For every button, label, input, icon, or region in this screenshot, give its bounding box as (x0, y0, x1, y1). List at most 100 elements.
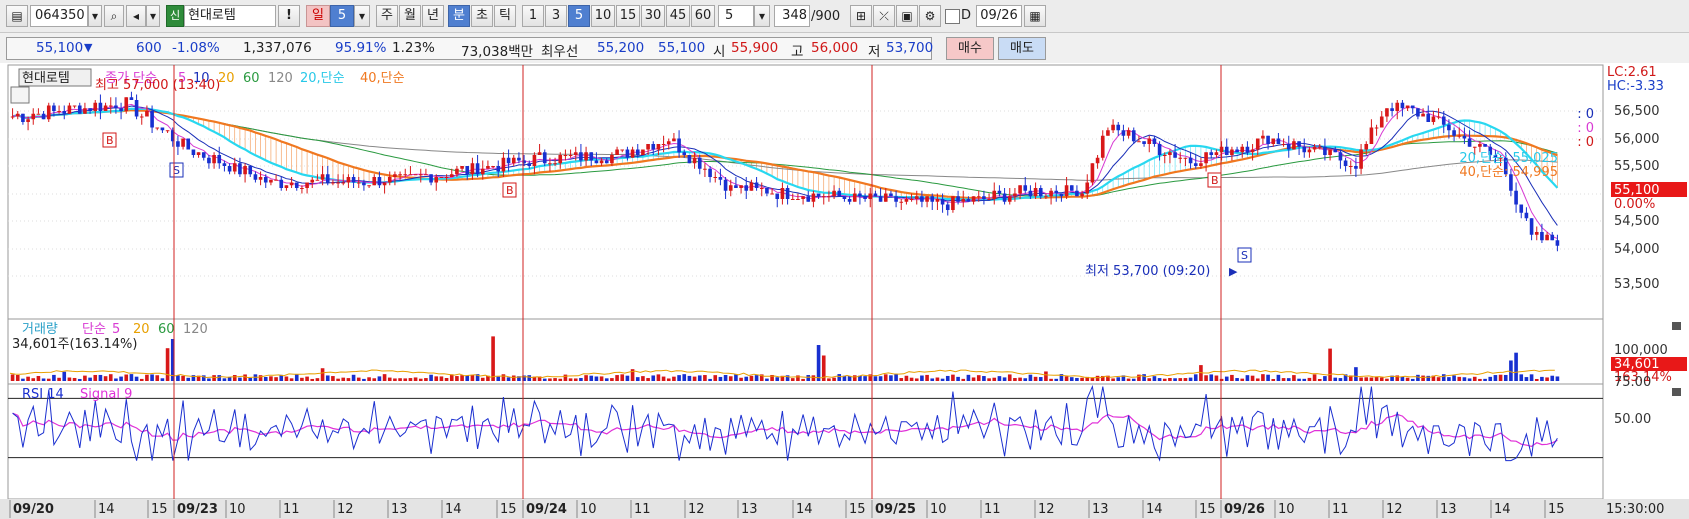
interval-10-button[interactable]: 10 (591, 5, 615, 27)
stock-chart[interactable]: BSBBS 현대로템 종가 단순 5 10 20 60 120 20,단순 40… (0, 63, 1689, 519)
volume-bar (274, 377, 278, 381)
period-year-button[interactable]: 년 (422, 5, 444, 27)
interval-15-button[interactable]: 15 (616, 5, 640, 27)
calendar-icon[interactable]: ▦ (1024, 5, 1046, 27)
volume-bar (1152, 376, 1157, 381)
volume-bar (914, 378, 919, 381)
hour-label: 14 (445, 502, 462, 517)
layout-icon[interactable]: ▤ (6, 5, 28, 27)
speaker-dropdown-icon[interactable]: ▾ (146, 5, 160, 27)
candle-body (1385, 108, 1389, 117)
candle-body (548, 163, 552, 165)
code-input[interactable]: 064350 (30, 5, 88, 27)
interval-input[interactable]: 5 (718, 5, 754, 27)
volume-bar (604, 378, 609, 381)
draw-tool-icon[interactable]: ⤫ (873, 5, 895, 27)
buy-button[interactable]: 매수 (946, 37, 994, 60)
volume-bar (1323, 376, 1327, 381)
volume-bar (873, 376, 878, 381)
candle-body (1550, 234, 1555, 241)
volume-bar (744, 376, 749, 381)
candle-body (558, 155, 563, 164)
low-price: 53,700 (886, 40, 934, 56)
date-label: 09/26 (1224, 502, 1265, 517)
grid-toggle-icon[interactable] (10, 86, 30, 104)
candle-body (67, 105, 72, 114)
candle-body (372, 177, 377, 186)
interval-3-button[interactable]: 3 (545, 5, 567, 27)
volume-bar (1452, 375, 1456, 381)
interval-5-button[interactable]: 5 (568, 5, 590, 27)
volume-bar (77, 378, 82, 381)
volume-bar (93, 374, 98, 381)
volume-bar (160, 378, 165, 381)
candle-body (212, 155, 216, 164)
volume-bar (1178, 378, 1183, 381)
candle-body (1452, 130, 1456, 136)
volume-bar (1472, 376, 1477, 381)
current-price: 55,100 (36, 40, 84, 56)
save-icon[interactable]: ▣ (896, 5, 918, 27)
period-day-button[interactable]: 일 (306, 5, 330, 27)
volume-bar (579, 377, 583, 381)
volume-bar (723, 375, 728, 381)
period-num-field[interactable]: 5 (330, 5, 354, 27)
period-dropdown-icon[interactable]: ▾ (354, 5, 370, 27)
candle-body (951, 196, 955, 210)
volume-bar (1080, 377, 1084, 381)
volume-bar (181, 375, 185, 381)
interval-30-button[interactable]: 30 (641, 5, 665, 27)
volume-bar (1534, 378, 1539, 381)
candle-body (341, 182, 346, 184)
search-icon[interactable]: ⌕ (104, 5, 124, 27)
candle-body (1266, 135, 1270, 144)
candle-body (532, 155, 537, 166)
volume-bar (1519, 374, 1524, 381)
count-input[interactable]: 348 (774, 5, 810, 27)
hour-label: 13 (741, 502, 758, 517)
code-dropdown-icon[interactable]: ▾ (88, 5, 102, 27)
interval-1-button[interactable]: 1 (522, 5, 544, 27)
alert-button[interactable]: ! (278, 5, 300, 27)
candle-body (1297, 141, 1301, 147)
gear-icon[interactable]: ⚙ (919, 5, 941, 27)
rsi-close-icon[interactable] (1672, 388, 1681, 396)
volume-bar (1240, 378, 1245, 381)
candle-body (1426, 113, 1431, 122)
period-minute-button[interactable]: 분 (448, 5, 470, 27)
period-second-button[interactable]: 초 (471, 5, 493, 27)
volume-bar (697, 375, 702, 381)
stock-name-field[interactable]: 현대로템 (184, 5, 276, 27)
date-input[interactable]: 09/26 (976, 5, 1022, 27)
period-week-button[interactable]: 주 (376, 5, 398, 27)
volume-bar (925, 374, 929, 381)
time-axis-clock: 15:30:00 (1606, 502, 1664, 517)
volume-bar (222, 378, 227, 381)
period-month-button[interactable]: 월 (399, 5, 421, 27)
candle-body (72, 105, 77, 107)
hour-label: 10 (229, 502, 246, 517)
interval-45-button[interactable]: 45 (666, 5, 690, 27)
candle-body (723, 179, 728, 191)
volume-bar (765, 378, 769, 381)
volume-close-icon[interactable] (1672, 322, 1681, 330)
interval-dropdown-icon[interactable]: ▾ (754, 5, 770, 27)
sell-button[interactable]: 매도 (998, 37, 1046, 60)
volume-bar (1271, 378, 1276, 381)
volume-bar (444, 377, 449, 381)
volume-bar (1049, 378, 1053, 381)
volume-bar (1075, 377, 1079, 381)
speaker-icon[interactable]: ◂ (126, 5, 146, 27)
candle-body (227, 166, 232, 172)
interval-60-button[interactable]: 60 (691, 5, 715, 27)
lc-label: LC:2.61 (1607, 65, 1657, 80)
candle-body (145, 111, 149, 117)
volume-bar (134, 376, 139, 381)
candle-tool-icon[interactable]: ⊞ (850, 5, 872, 27)
date-checkbox[interactable] (945, 9, 960, 24)
period-tick-button[interactable]: 틱 (494, 5, 516, 27)
candle-body (46, 105, 51, 120)
volume-bar (1116, 377, 1121, 381)
volume-bar (1173, 378, 1177, 381)
candle-body (367, 185, 371, 187)
